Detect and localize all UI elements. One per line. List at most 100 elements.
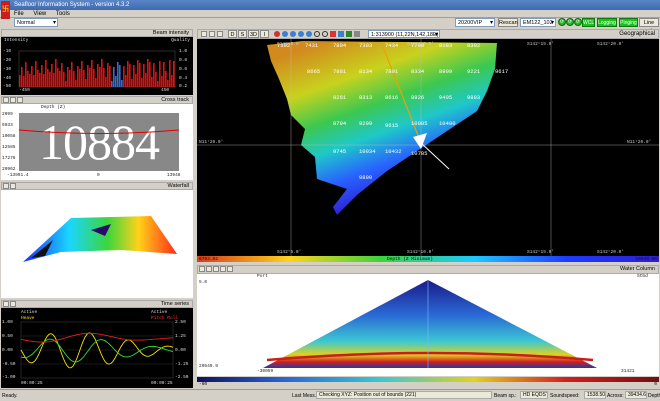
depth-label: 9209 — [359, 120, 372, 127]
intensity-bar — [83, 70, 85, 87]
stop-icon[interactable] — [330, 31, 336, 37]
tool-icon[interactable] — [227, 266, 233, 272]
mode-select[interactable]: Normal — [14, 18, 58, 27]
cross-track-header: Cross track — [1, 96, 193, 104]
waterfall-view — [1, 190, 193, 298]
lon-tick-bottom: S142°10.0' — [407, 249, 434, 255]
depth-label: 10085 — [411, 120, 428, 127]
select-tool-icon[interactable] — [201, 31, 207, 37]
globe-icon[interactable] — [290, 31, 296, 37]
intensity-bar — [89, 68, 91, 87]
intensity-bar — [165, 71, 167, 87]
view-3d-button[interactable]: 3D — [248, 30, 259, 38]
lon-tick-top: S142°5.0' — [277, 41, 301, 47]
intensity-bar — [143, 64, 145, 87]
intensity-bar — [163, 62, 165, 87]
refresh-icon[interactable]: ⟳ — [558, 18, 566, 26]
tool-icon[interactable] — [10, 97, 16, 103]
intensity-bar — [77, 66, 79, 87]
sync-icon[interactable]: ⟳ — [566, 18, 574, 26]
intensity-bar — [137, 60, 139, 87]
intensity-bar — [45, 60, 47, 87]
record-icon[interactable] — [274, 31, 280, 37]
line-count-button[interactable]: Line cnt. — [639, 18, 659, 34]
bi-ytick: -20 — [3, 58, 12, 63]
intensity-bar — [159, 61, 161, 87]
tool-icon[interactable] — [3, 97, 9, 103]
across-field: 39434.66 — [625, 391, 647, 399]
sonar-select[interactable]: EM122_102 — [520, 18, 556, 27]
tool-icon[interactable] — [206, 266, 212, 272]
intensity-bar — [75, 80, 77, 87]
zoom-in-icon[interactable] — [314, 31, 320, 37]
zoom-out-icon[interactable] — [322, 31, 328, 37]
intensity-bar — [39, 73, 41, 87]
view-i-button[interactable]: I — [260, 30, 269, 38]
scale-field[interactable]: 1:313900 (11,22N,142,18E) — [368, 30, 440, 39]
waterfall-title: Waterfall — [167, 183, 190, 189]
ct-xtick: 13948 — [167, 173, 181, 178]
tool-icon[interactable] — [213, 266, 219, 272]
lon-tick-bottom: S142°15.0' — [527, 249, 554, 255]
bi-ytick: -30 — [3, 67, 12, 72]
intensity-bar — [21, 67, 23, 87]
geographical-map[interactable]: 7392 7431 7894 7303 7434 7700 8183 8392 … — [197, 39, 659, 256]
tool-icon[interactable] — [10, 183, 16, 189]
intensity-bar — [95, 78, 97, 87]
ts-ytick: 0.00 — [2, 348, 13, 353]
intensity-bar — [127, 61, 129, 87]
intensity-bar — [107, 63, 109, 87]
depth-label: 8334 — [411, 68, 425, 75]
tool-icon[interactable] — [220, 266, 226, 272]
ts-ytick: 1.00 — [2, 320, 13, 325]
cross-track-title: Cross track — [161, 97, 189, 103]
bi-xtick: 450 — [161, 88, 170, 93]
tool-icon[interactable] — [3, 301, 9, 307]
pinging-button[interactable]: Pinging — [619, 18, 638, 27]
wcl-button[interactable]: WCL — [582, 18, 595, 27]
intensity-bar — [103, 68, 105, 87]
view-s-button[interactable]: S — [238, 30, 247, 38]
depth-label: 9495 — [439, 94, 452, 101]
intensity-bar — [169, 60, 171, 87]
intensity-bar — [85, 79, 87, 87]
intensity-bar — [27, 71, 29, 87]
last-message-field: Checking XYZ: Position out of bounds (22… — [316, 391, 492, 399]
globe-icon[interactable] — [282, 31, 288, 37]
time-series-plot: Active Heave Active Pitch Roll 1.00 0.50… — [1, 308, 193, 388]
depth-label: 8392 — [467, 42, 480, 49]
tool-icon[interactable] — [199, 266, 205, 272]
globe-icon[interactable] — [306, 31, 312, 37]
pan-tool-icon[interactable] — [209, 31, 215, 37]
depth-label: 7303 — [359, 42, 372, 49]
intensity-bar — [43, 74, 45, 87]
vessel-select[interactable]: 20200VIP — [455, 18, 495, 27]
water-column-fan — [263, 280, 597, 368]
wc-ytick-bottom: 20549.9 — [199, 364, 218, 369]
depth-label: 9745 — [333, 148, 346, 155]
view-d-button[interactable]: D — [228, 30, 237, 38]
tool-icon[interactable] — [10, 301, 16, 307]
water-column-colorbar-labels: -60 0 — [197, 382, 659, 388]
grid-icon[interactable] — [346, 31, 352, 37]
intensity-bar — [117, 62, 119, 87]
time-series-header: Time series — [1, 300, 193, 308]
title-bar: Seafloor Information System - version 4.… — [0, 0, 660, 10]
intensity-bar — [63, 72, 65, 87]
intensity-bar — [35, 61, 37, 87]
rescan-button[interactable]: Rescan — [498, 18, 518, 27]
layers-icon[interactable] — [338, 31, 344, 37]
ts-ytick-right: 2.50 — [175, 320, 186, 325]
logging-button[interactable]: Logging — [597, 18, 617, 27]
intensity-bar — [41, 65, 43, 87]
settings-icon[interactable] — [354, 31, 360, 37]
globe-icon[interactable] — [298, 31, 304, 37]
water-column-view: Port Stbd 5.0 20549.9 -30059 31421 — [197, 274, 659, 376]
edit-tool-icon[interactable] — [217, 31, 223, 37]
tool-icon[interactable] — [3, 183, 9, 189]
intensity-bar — [93, 69, 95, 87]
intensity-bar — [87, 65, 89, 87]
tool-icon[interactable] — [17, 97, 23, 103]
ct-ytick: 20962 — [2, 167, 16, 172]
cycle-icon[interactable]: ⟳ — [574, 18, 582, 26]
